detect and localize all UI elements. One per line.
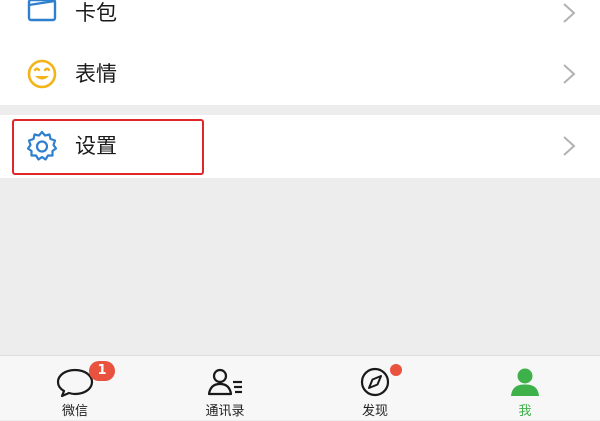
compass-icon — [355, 366, 395, 398]
tab-label: 通讯录 — [205, 404, 245, 419]
chevron-right-icon — [562, 63, 576, 85]
smiley-sticker-icon — [25, 57, 59, 91]
chevron-right-icon — [562, 135, 576, 157]
tab-me[interactable]: 我 — [450, 356, 600, 421]
person-icon — [505, 366, 545, 398]
tab-discover[interactable]: 发现 — [300, 356, 450, 421]
card-wallet-icon — [25, 0, 59, 27]
highlight-box — [12, 119, 204, 175]
tab-contacts[interactable]: 通讯录 — [150, 356, 300, 421]
tab-label: 发现 — [361, 404, 388, 419]
menu-item-stickers[interactable]: 表情 — [0, 43, 600, 105]
tab-label: 微信 — [61, 404, 88, 419]
menu-item-label: 表情 — [75, 62, 117, 86]
menu-item-card-wallet[interactable]: 卡包 — [0, 0, 600, 43]
contacts-icon — [205, 366, 245, 398]
tab-chats[interactable]: 微信 — [0, 356, 150, 421]
tab-label: 我 — [518, 404, 532, 419]
chevron-right-icon — [562, 2, 576, 24]
unread-badge: 1 — [89, 361, 115, 381]
menu-item-label: 卡包 — [75, 1, 117, 25]
new-indicator-dot — [390, 364, 402, 376]
